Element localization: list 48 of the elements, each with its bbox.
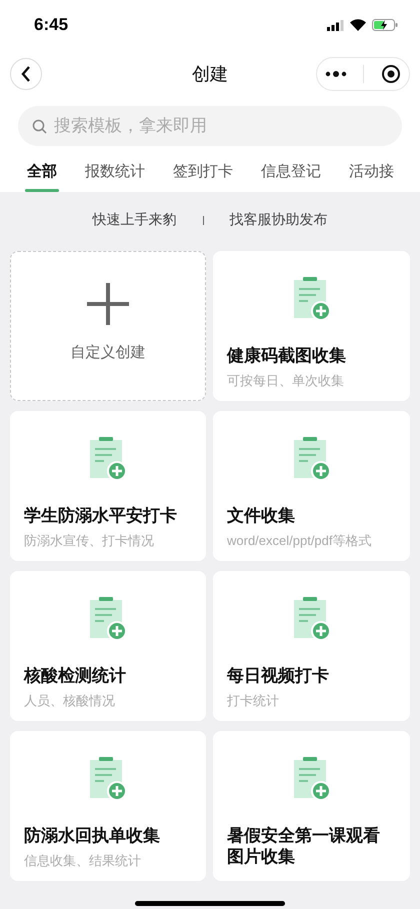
back-button[interactable] bbox=[10, 58, 42, 90]
category-tab[interactable]: 签到打卡 bbox=[173, 162, 233, 192]
category-tab[interactable]: 信息登记 bbox=[261, 162, 321, 192]
template-title: 防溺水回执单收集 bbox=[24, 825, 161, 846]
template-card[interactable]: 核酸检测统计 人员、核酸情况 bbox=[10, 571, 206, 721]
template-subtitle: 打卡统计 bbox=[227, 692, 280, 710]
plus-icon bbox=[87, 282, 129, 324]
clipboard-plus-icon bbox=[88, 437, 128, 481]
search-icon bbox=[32, 119, 47, 134]
template-card[interactable]: 健康码截图收集 可按每日、单次收集 bbox=[213, 251, 410, 401]
template-subtitle: 人员、核酸情况 bbox=[24, 692, 116, 710]
clipboard-plus-icon bbox=[88, 757, 128, 801]
template-title: 暑假安全第一课观看图片收集 bbox=[227, 825, 381, 867]
category-tab[interactable]: 报数统计 bbox=[85, 162, 145, 192]
back-icon bbox=[21, 66, 31, 82]
template-subtitle: word/excel/ppt/pdf等格式 bbox=[227, 532, 373, 550]
template-title: 健康码截图收集 bbox=[227, 345, 347, 366]
custom-create-card[interactable]: 自定义创建 bbox=[10, 251, 206, 401]
help-link[interactable]: 快速上手来豹 bbox=[92, 211, 176, 229]
clipboard-plus-icon bbox=[292, 597, 332, 641]
help-link[interactable]: 找客服协助发布 bbox=[230, 211, 328, 229]
template-card[interactable]: 每日视频打卡 打卡统计 bbox=[213, 571, 410, 721]
template-title: 每日视频打卡 bbox=[227, 665, 330, 686]
clipboard-plus-icon bbox=[88, 597, 128, 641]
template-subtitle: 可按每日、单次收集 bbox=[227, 372, 345, 390]
status-time: 6:45 bbox=[34, 15, 68, 35]
signal-icon bbox=[327, 20, 344, 30]
template-title: 文件收集 bbox=[227, 505, 296, 526]
template-card[interactable]: 暑假安全第一课观看图片收集 bbox=[213, 731, 410, 881]
clipboard-plus-icon bbox=[292, 277, 332, 321]
template-card[interactable]: 文件收集 word/excel/ppt/pdf等格式 bbox=[213, 411, 410, 561]
template-card[interactable]: 学生防溺水平安打卡 防溺水宣传、打卡情况 bbox=[10, 411, 206, 561]
template-title: 学生防溺水平安打卡 bbox=[24, 505, 178, 526]
wifi-icon bbox=[350, 19, 366, 31]
template-title: 核酸检测统计 bbox=[24, 665, 127, 686]
card-label: 自定义创建 bbox=[70, 342, 146, 362]
close-target-icon[interactable] bbox=[380, 64, 401, 84]
clipboard-plus-icon bbox=[292, 437, 332, 481]
category-tab[interactable]: 全部 bbox=[27, 162, 57, 192]
clipboard-plus-icon bbox=[292, 757, 332, 801]
template-subtitle: 防溺水宣传、打卡情况 bbox=[24, 532, 155, 550]
page-title: 创建 bbox=[192, 63, 228, 86]
more-icon[interactable] bbox=[325, 71, 348, 77]
template-subtitle: 信息收集、结果统计 bbox=[24, 852, 142, 870]
template-card[interactable]: 防溺水回执单收集 信息收集、结果统计 bbox=[10, 731, 206, 881]
battery-icon bbox=[372, 19, 398, 31]
search-field[interactable]: 搜索模板，拿来即用 bbox=[18, 106, 402, 146]
category-tab[interactable]: 活动接 bbox=[349, 162, 394, 192]
